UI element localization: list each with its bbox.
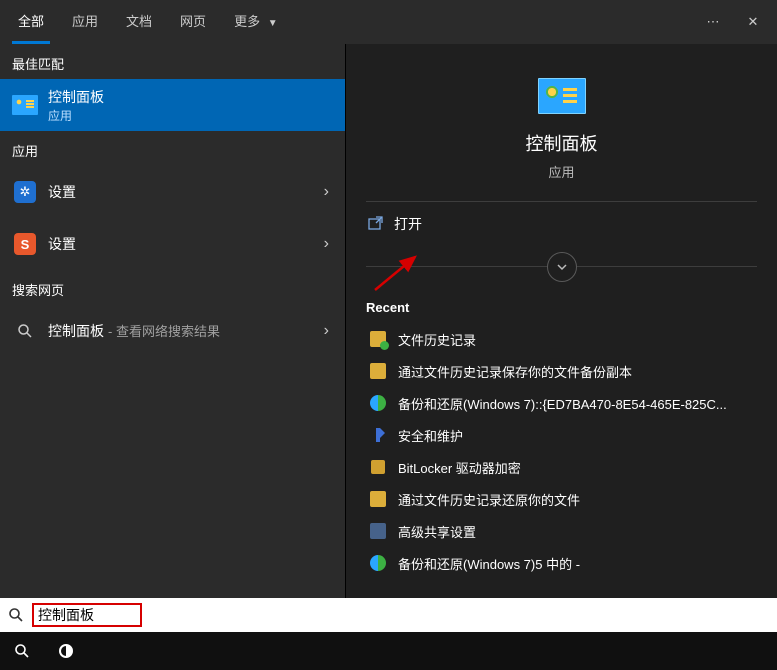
backup-copy-icon bbox=[366, 361, 390, 381]
details-subtitle: 应用 bbox=[366, 162, 757, 181]
tab-web[interactable]: 网页 bbox=[166, 0, 220, 44]
recent-item[interactable]: 备份和还原(Windows 7)5 中的 - bbox=[366, 547, 757, 579]
search-bar bbox=[0, 598, 777, 632]
tab-more[interactable]: 更多 ▼ bbox=[220, 0, 292, 44]
section-search-web: 搜索网页 bbox=[0, 270, 345, 305]
tab-more-label: 更多 bbox=[234, 14, 260, 29]
search-input[interactable] bbox=[32, 603, 142, 627]
sogou-icon: S bbox=[12, 231, 38, 257]
open-label: 打开 bbox=[394, 214, 422, 234]
file-history-icon bbox=[366, 329, 390, 349]
recent-item[interactable]: 安全和维护 bbox=[366, 419, 757, 451]
details-title: 控制面板 bbox=[366, 130, 757, 156]
control-panel-icon bbox=[12, 92, 38, 118]
chevron-right-icon: › bbox=[324, 235, 329, 253]
recent-item[interactable]: 通过文件历史记录还原你的文件 bbox=[366, 483, 757, 515]
share-icon bbox=[366, 521, 390, 541]
recent-item[interactable]: 通过文件历史记录保存你的文件备份副本 bbox=[366, 355, 757, 387]
search-results-panel: 最佳匹配 控制面板 应用 应用 ✲ 设置 › S 设置 › 搜索网页 控制面板 bbox=[0, 44, 777, 598]
close-icon[interactable]: ✕ bbox=[733, 0, 773, 44]
expand-button[interactable] bbox=[547, 252, 577, 282]
chevron-down-icon: ▼ bbox=[268, 18, 278, 29]
details-pane: 控制面板 应用 打开 Recent 文件历史记录 通过文件历史记录保存你的文件备… bbox=[345, 44, 777, 598]
chevron-right-icon: › bbox=[324, 183, 329, 201]
taskbar bbox=[0, 632, 777, 670]
results-list: 最佳匹配 控制面板 应用 应用 ✲ 设置 › S 设置 › 搜索网页 控制面板 bbox=[0, 44, 345, 598]
recent-item[interactable]: 备份和还原(Windows 7)::{ED7BA470-8E54-465E-82… bbox=[366, 387, 757, 419]
tab-docs[interactable]: 文档 bbox=[112, 0, 166, 44]
taskbar-app-icon[interactable] bbox=[44, 632, 88, 670]
result-settings-2[interactable]: S 设置 › bbox=[0, 218, 345, 270]
recent-header: Recent bbox=[366, 300, 757, 315]
tab-apps[interactable]: 应用 bbox=[58, 0, 112, 44]
open-icon bbox=[368, 216, 394, 232]
tab-all[interactable]: 全部 bbox=[4, 0, 58, 44]
flag-icon bbox=[366, 425, 390, 445]
recent-item[interactable]: 高级共享设置 bbox=[366, 515, 757, 547]
result-web-search[interactable]: 控制面板 - 查看网络搜索结果 › bbox=[0, 305, 345, 357]
chevron-right-icon: › bbox=[324, 322, 329, 340]
top-tab-bar: 全部 应用 文档 网页 更多 ▼ ⋯ ✕ bbox=[0, 0, 777, 44]
section-apps: 应用 bbox=[0, 131, 345, 166]
section-best-match: 最佳匹配 bbox=[0, 44, 345, 79]
control-panel-icon bbox=[538, 78, 586, 116]
chevron-down-icon bbox=[556, 261, 568, 273]
result-title: 控制面板 bbox=[48, 87, 104, 107]
result-control-panel[interactable]: 控制面板 应用 bbox=[0, 79, 345, 131]
backup-restore-icon bbox=[366, 553, 390, 573]
lock-icon bbox=[366, 457, 390, 477]
recent-item[interactable]: BitLocker 驱动器加密 bbox=[366, 451, 757, 483]
result-subtitle: 应用 bbox=[48, 107, 104, 124]
search-icon bbox=[0, 607, 32, 623]
recent-item[interactable]: 文件历史记录 bbox=[366, 323, 757, 355]
gear-icon: ✲ bbox=[12, 179, 38, 205]
restore-icon bbox=[366, 489, 390, 509]
more-options-icon[interactable]: ⋯ bbox=[693, 0, 733, 44]
taskbar-search-button[interactable] bbox=[0, 632, 44, 670]
open-action[interactable]: 打开 bbox=[366, 202, 757, 246]
result-settings-1[interactable]: ✲ 设置 › bbox=[0, 166, 345, 218]
backup-restore-icon bbox=[366, 393, 390, 413]
search-icon bbox=[12, 318, 38, 344]
